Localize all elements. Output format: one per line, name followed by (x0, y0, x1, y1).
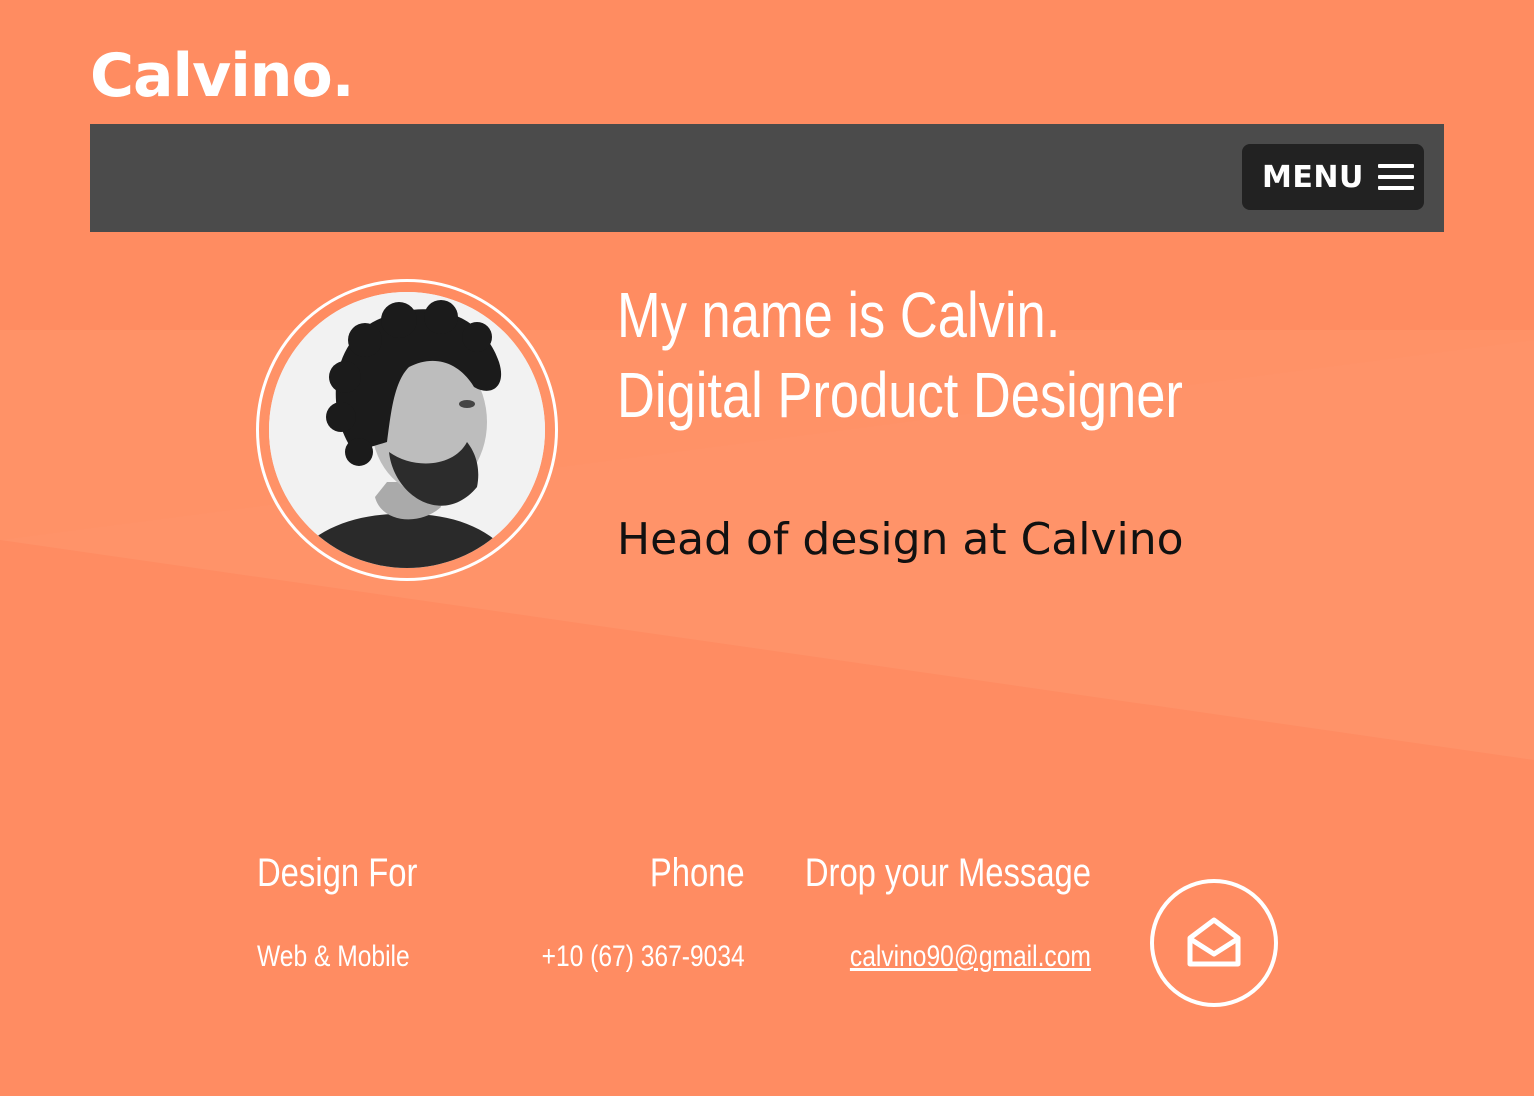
phone-heading: Phone (650, 851, 745, 895)
email-link[interactable]: calvino90@gmail.com (850, 940, 1091, 973)
phone-value: +10 (67) 367-9034 (541, 940, 745, 973)
navigation-bar: MENU (90, 124, 1444, 232)
open-envelope-icon (1187, 917, 1241, 967)
design-for-value: Web & Mobile (257, 940, 410, 973)
hero-title-line-2: Digital Product Designer (617, 359, 1183, 431)
hamburger-icon (1377, 164, 1414, 190)
email-value: calvino90@gmail.com (850, 937, 1091, 977)
hero-title-line-1: My name is Calvin. (617, 279, 1061, 351)
message-heading: Drop your Message (804, 851, 1091, 895)
hero-subtitle: Head of design at Calvino (617, 514, 1184, 565)
hero-title: My name is Calvin. Digital Product Desig… (617, 275, 1183, 435)
menu-label: MENU (1262, 159, 1364, 195)
mail-button[interactable] (1150, 879, 1278, 1007)
avatar (269, 292, 545, 568)
profile-photo (269, 292, 545, 568)
menu-button[interactable]: MENU (1242, 144, 1424, 210)
design-for-heading: Design For (257, 851, 418, 895)
site-logo[interactable]: Calvino. (90, 36, 354, 116)
